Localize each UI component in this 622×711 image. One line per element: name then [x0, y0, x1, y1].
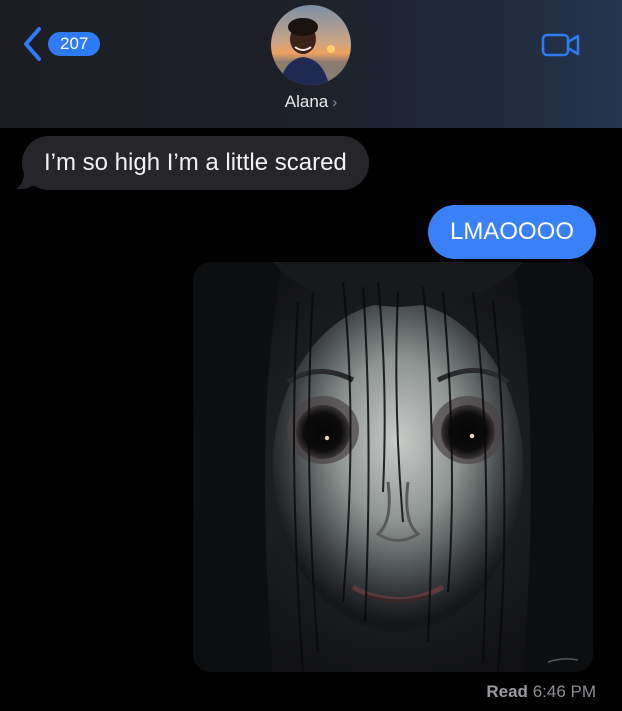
- creepy-face-image: [193, 262, 593, 672]
- avatar[interactable]: [271, 5, 351, 85]
- back-button[interactable]: 207: [22, 26, 101, 62]
- received-message-bubble[interactable]: I’m so high I’m a little scared: [22, 136, 369, 190]
- chevron-right-icon: ›: [332, 94, 338, 111]
- read-time: 6:46 PM: [532, 682, 596, 701]
- sent-image-message[interactable]: [193, 262, 593, 672]
- sent-message-bubble[interactable]: LMAOOOO: [427, 205, 596, 259]
- contact-name-button[interactable]: Alana ›: [0, 92, 622, 112]
- conversation-header: 207 Alana ›: [0, 0, 622, 128]
- chevron-left-icon: [24, 27, 41, 61]
- read-receipt: Read 6:46 PM: [486, 682, 596, 702]
- video-camera-icon[interactable]: [541, 32, 581, 58]
- unread-count-badge: 207: [48, 32, 101, 56]
- avatar-photo: [271, 5, 351, 85]
- read-label: Read: [486, 682, 528, 701]
- contact-name: Alana: [284, 92, 329, 111]
- messages-screen: 207 Alana › I’m so high I’m a little sca…: [0, 0, 622, 711]
